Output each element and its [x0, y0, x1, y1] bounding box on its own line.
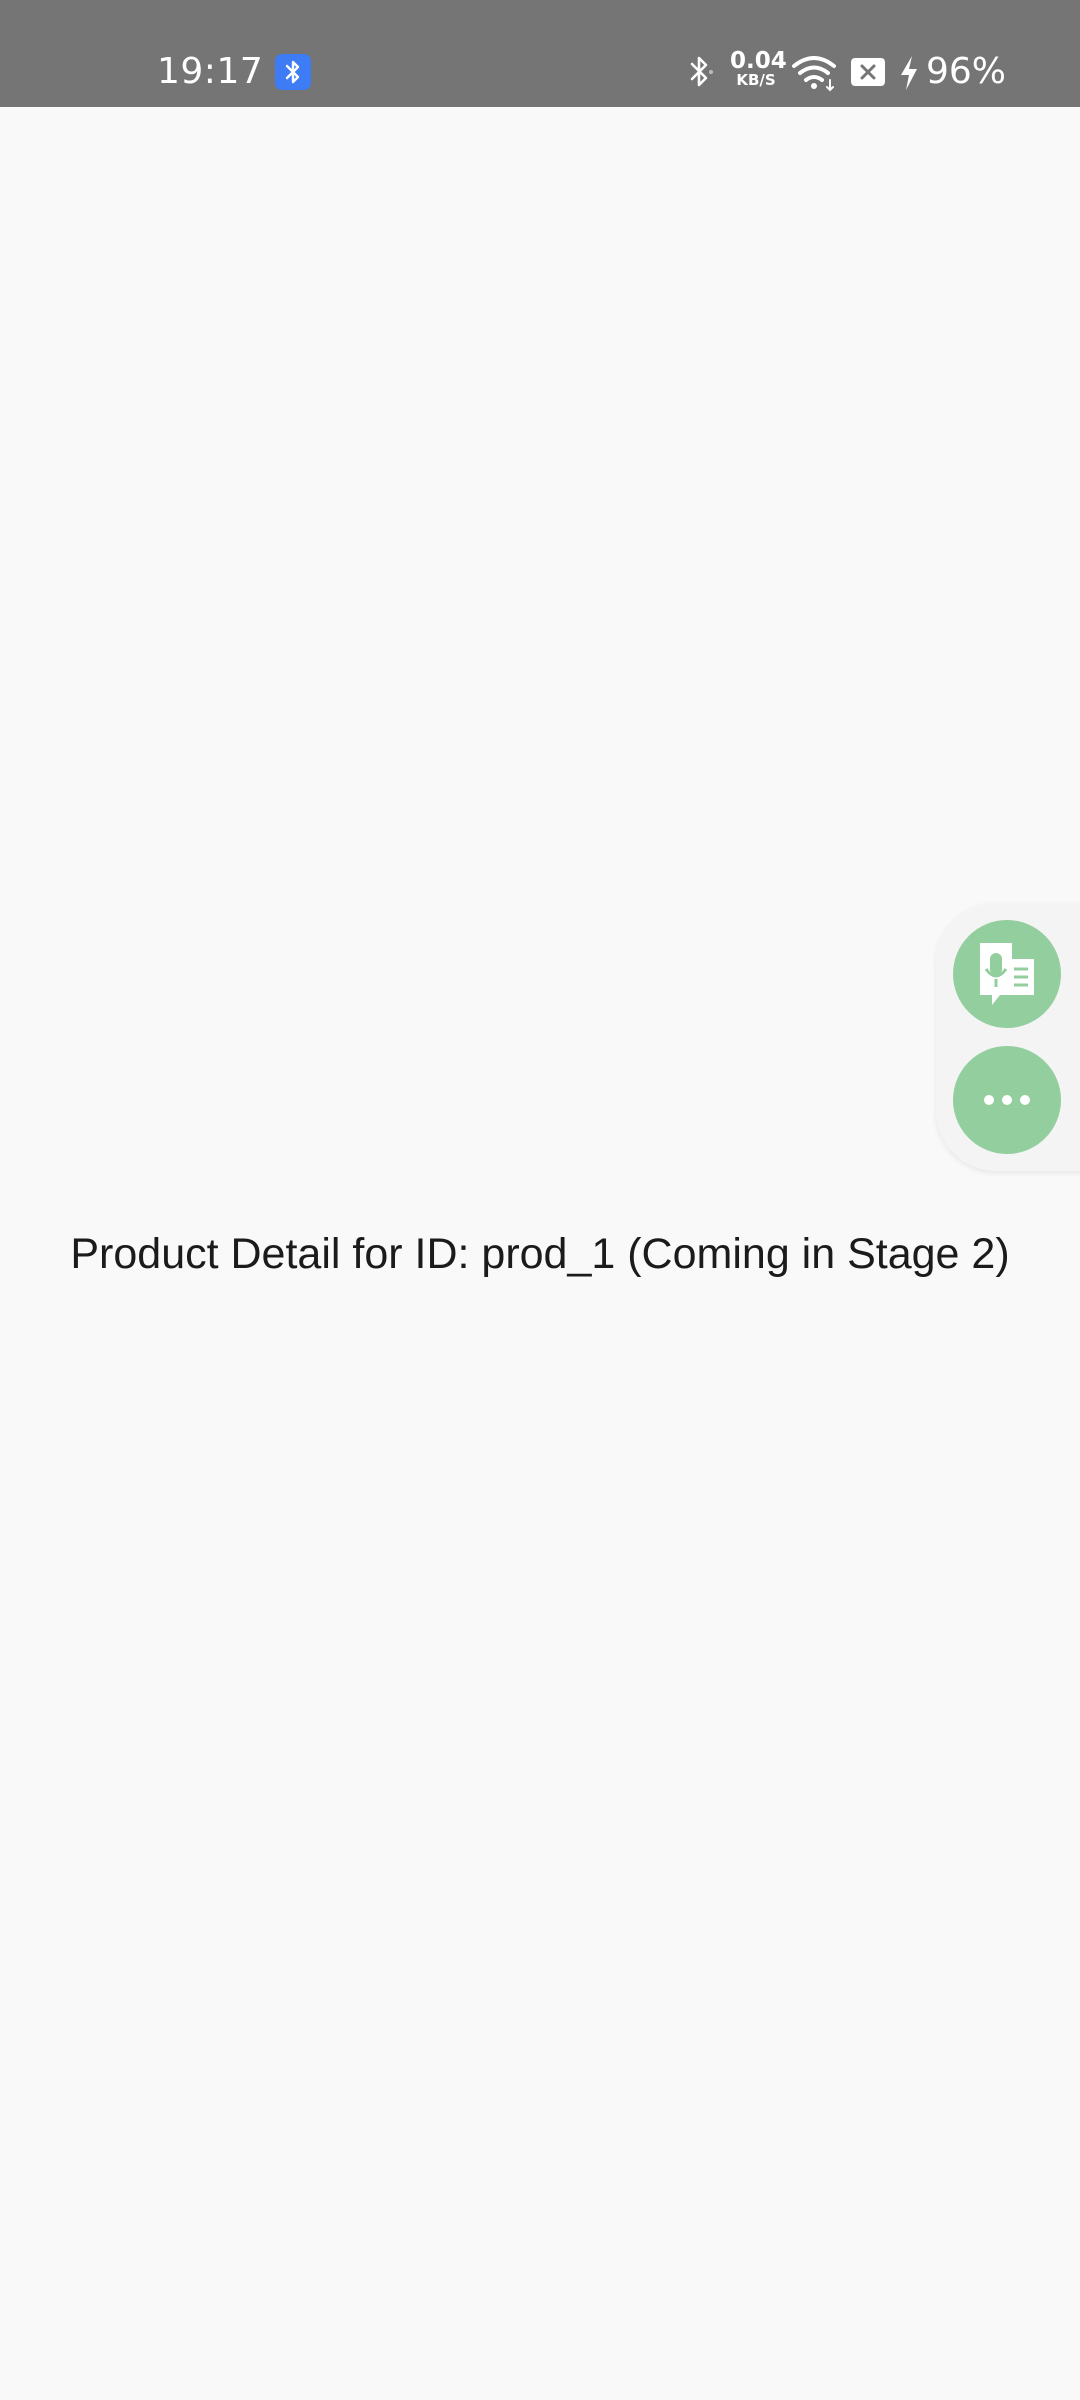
network-speed: 0.04 KB/S [730, 48, 787, 92]
wifi-icon [790, 52, 838, 92]
bluetooth-icon [686, 53, 716, 91]
voice-to-text-button[interactable] [953, 920, 1061, 1028]
product-detail-placeholder: Product Detail for ID: prod_1 (Coming in… [70, 1230, 1010, 1278]
status-bar: 19:17 0.04 KB/S 96% [0, 0, 1080, 107]
sim-error-icon [850, 57, 886, 87]
voice-transcribe-icon [980, 943, 1034, 1005]
network-speed-unit: KB/S [736, 71, 776, 89]
battery-level: 96% [926, 51, 1007, 92]
more-horizontal-icon [980, 1095, 1034, 1105]
network-speed-value: 0.04 [730, 48, 787, 74]
more-button[interactable] [953, 1046, 1061, 1154]
status-time: 19:17 [157, 51, 264, 92]
charging-icon [898, 55, 920, 91]
bluetooth-notification-icon [275, 54, 311, 90]
